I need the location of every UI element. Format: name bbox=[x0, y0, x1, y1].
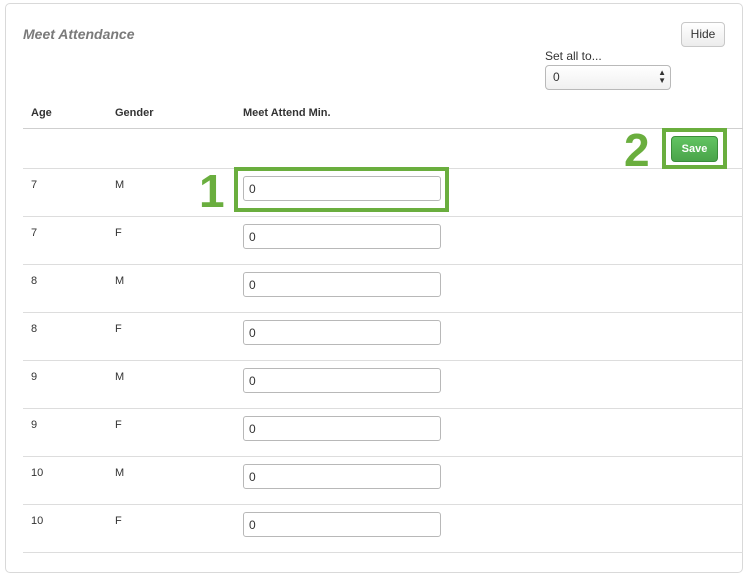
row-gender: F bbox=[115, 419, 122, 431]
meet-attend-min-input[interactable] bbox=[243, 416, 441, 441]
row-divider bbox=[23, 504, 743, 505]
row-age: 9 bbox=[31, 371, 38, 383]
set-all-select[interactable]: 0 ▲ ▼ bbox=[545, 65, 671, 90]
row-divider bbox=[23, 216, 743, 217]
row-gender: M bbox=[115, 275, 125, 287]
meet-attend-min-input[interactable] bbox=[243, 224, 441, 249]
row-divider bbox=[23, 360, 743, 361]
row-divider bbox=[23, 264, 743, 265]
row-divider bbox=[23, 312, 743, 313]
row-age: 8 bbox=[31, 323, 38, 335]
meet-attend-min-input[interactable] bbox=[243, 368, 441, 393]
callout-number-1: 1 bbox=[199, 165, 225, 217]
row-age: 7 bbox=[31, 227, 38, 239]
meet-attend-min-input[interactable] bbox=[243, 512, 441, 537]
row-gender: F bbox=[115, 227, 122, 239]
header-meet-attend-min: Meet Attend Min. bbox=[243, 107, 331, 119]
row-age: 10 bbox=[31, 467, 44, 479]
row-age: 10 bbox=[31, 515, 44, 527]
row-age: 7 bbox=[31, 179, 38, 191]
callout-highlight-first-input bbox=[234, 167, 449, 212]
header-gender: Gender bbox=[115, 107, 154, 119]
panel-title: Meet Attendance bbox=[23, 26, 135, 42]
row-gender: M bbox=[115, 371, 125, 383]
set-all-value: 0 bbox=[553, 70, 560, 84]
row-age: 8 bbox=[31, 275, 38, 287]
meet-attend-min-input[interactable] bbox=[243, 464, 441, 489]
meet-attend-min-input[interactable] bbox=[243, 320, 441, 345]
callout-highlight-save bbox=[662, 128, 727, 169]
row-divider bbox=[23, 408, 743, 409]
row-divider bbox=[23, 552, 743, 553]
row-gender: F bbox=[115, 515, 122, 527]
row-gender: M bbox=[115, 179, 125, 191]
header-age: Age bbox=[31, 107, 52, 119]
row-gender: F bbox=[115, 323, 122, 335]
meet-attend-min-input[interactable] bbox=[243, 272, 441, 297]
select-arrows-icon: ▲ ▼ bbox=[658, 68, 666, 85]
row-age: 9 bbox=[31, 419, 38, 431]
set-all-label: Set all to... bbox=[545, 49, 602, 63]
row-gender: M bbox=[115, 467, 125, 479]
hide-button[interactable]: Hide bbox=[681, 22, 725, 47]
row-divider bbox=[23, 456, 743, 457]
callout-number-2: 2 bbox=[624, 124, 650, 176]
